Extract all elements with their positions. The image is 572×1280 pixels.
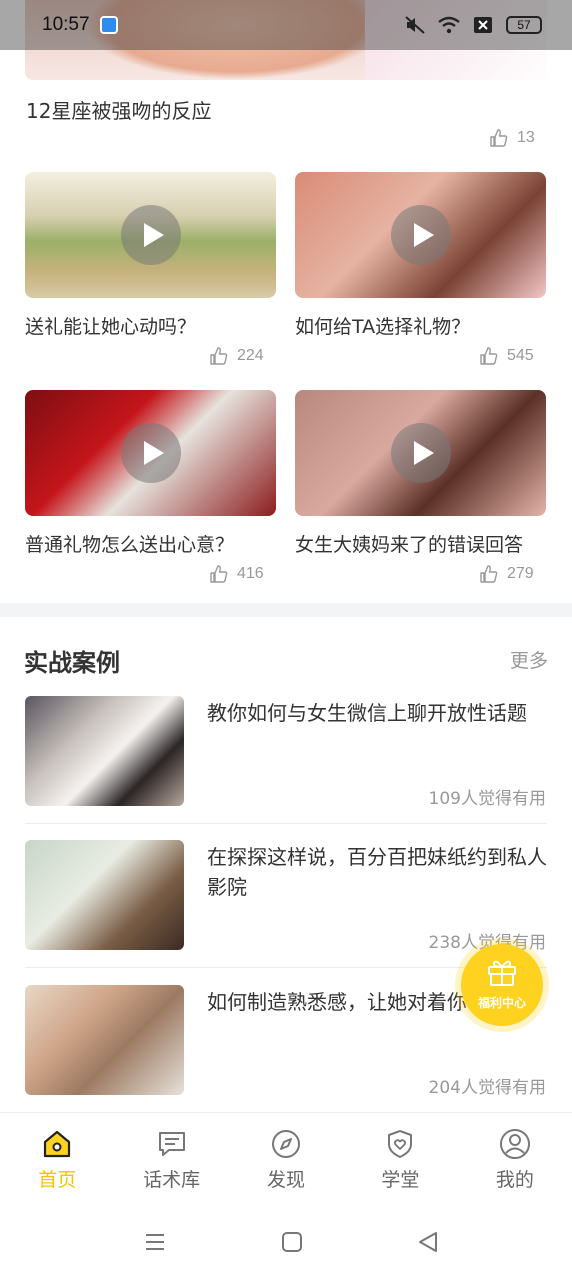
likes-count: 416 — [237, 565, 264, 582]
section-divider — [0, 603, 572, 617]
bottom-tab-bar: 首页 话术库 发现 学堂 我的 — [0, 1112, 572, 1204]
system-nav-bar — [0, 1204, 572, 1280]
home-icon — [44, 1130, 71, 1158]
thumbs-up-icon — [490, 129, 508, 147]
back-icon[interactable] — [416, 1230, 440, 1254]
play-icon[interactable] — [390, 205, 451, 265]
video-thumbnail[interactable] — [25, 390, 276, 516]
case-thumbnail[interactable] — [25, 985, 184, 1095]
battery-indicator: 57 — [506, 16, 542, 34]
welfare-label: 福利中心 — [477, 996, 526, 1010]
video-title[interactable]: 如何给TA选择礼物？ — [295, 312, 470, 339]
play-icon[interactable] — [120, 205, 181, 265]
welfare-center-button[interactable]: 福利中心 — [461, 944, 543, 1026]
featured-video-title[interactable]: 12星座被强吻的反应 — [26, 95, 211, 124]
video-thumbnail[interactable] — [25, 172, 276, 298]
case-thumbnail[interactable] — [25, 696, 184, 806]
video-title[interactable]: 普通礼物怎么送出心意？ — [25, 530, 234, 557]
thumbs-up-icon — [480, 347, 498, 365]
section-title: 实战案例 — [24, 649, 120, 677]
case-title[interactable]: 教你如何与女生微信上聊开放性话题 — [207, 698, 547, 728]
mute-icon — [405, 16, 425, 34]
profile-icon — [499, 1129, 530, 1159]
status-icons: 57 — [404, 16, 542, 34]
tab-home[interactable]: 首页 — [0, 1113, 114, 1204]
likes-count: 13 — [517, 129, 535, 146]
video-thumbnail[interactable] — [295, 390, 546, 516]
tab-label: 首页 — [38, 1169, 77, 1191]
likes-count: 545 — [507, 347, 534, 364]
case-thumbnail[interactable] — [25, 840, 184, 950]
likes-count: 224 — [237, 347, 264, 364]
app-notification-icon — [99, 16, 118, 34]
case-useful-count: 109人觉得有用 — [428, 789, 546, 809]
play-icon[interactable] — [120, 423, 181, 483]
video-card[interactable]: 普通礼物怎么送出心意？ — [25, 390, 276, 556]
tab-profile[interactable]: 我的 — [458, 1113, 572, 1204]
video-likes[interactable]: 545 — [479, 346, 534, 366]
video-card[interactable]: 送礼能让她心动吗？ — [25, 172, 276, 338]
wifi-icon — [438, 16, 460, 34]
video-likes[interactable]: 279 — [479, 564, 534, 584]
tab-label: 学堂 — [381, 1169, 420, 1191]
video-card[interactable]: 如何给TA选择礼物？ — [295, 172, 546, 338]
video-title[interactable]: 送礼能让她心动吗？ — [25, 312, 196, 339]
video-thumbnail[interactable] — [295, 172, 546, 298]
video-likes[interactable]: 224 — [209, 346, 264, 366]
list-divider — [25, 823, 547, 824]
tab-label: 话术库 — [143, 1169, 201, 1191]
case-list-item[interactable]: 教你如何与女生微信上聊开放性话题 109人觉得有用 — [0, 696, 572, 824]
home-nav-icon[interactable] — [280, 1230, 304, 1254]
status-bar: 10:57 57 — [0, 0, 572, 50]
status-time: 10:57 — [42, 14, 90, 35]
featured-likes[interactable]: 13 — [489, 128, 535, 148]
case-title[interactable]: 在探探这样说，百分百把妹纸约到私人影院 — [207, 842, 547, 902]
play-icon[interactable] — [390, 423, 451, 483]
compass-icon — [272, 1130, 301, 1158]
chat-icon — [158, 1132, 185, 1156]
likes-count: 279 — [507, 565, 534, 582]
tab-scripts[interactable]: 话术库 — [114, 1113, 228, 1204]
tab-discover[interactable]: 发现 — [229, 1113, 343, 1204]
thumbs-up-icon — [210, 565, 228, 583]
tab-label: 发现 — [267, 1169, 306, 1191]
no-sim-icon — [474, 17, 492, 33]
shield-icon — [388, 1130, 413, 1158]
video-card[interactable]: 女生大姨妈来了的错误回答 — [295, 390, 546, 556]
thumbs-up-icon — [480, 565, 498, 583]
case-useful-count: 204人觉得有用 — [428, 1078, 546, 1098]
tab-label: 我的 — [495, 1169, 534, 1191]
video-likes[interactable]: 416 — [209, 564, 264, 584]
gift-icon — [488, 960, 516, 986]
tab-school[interactable]: 学堂 — [343, 1113, 457, 1204]
more-link[interactable]: 更多 — [510, 646, 548, 673]
menu-icon[interactable] — [143, 1230, 167, 1254]
thumbs-up-icon — [210, 347, 228, 365]
video-title[interactable]: 女生大姨妈来了的错误回答 — [295, 530, 523, 557]
